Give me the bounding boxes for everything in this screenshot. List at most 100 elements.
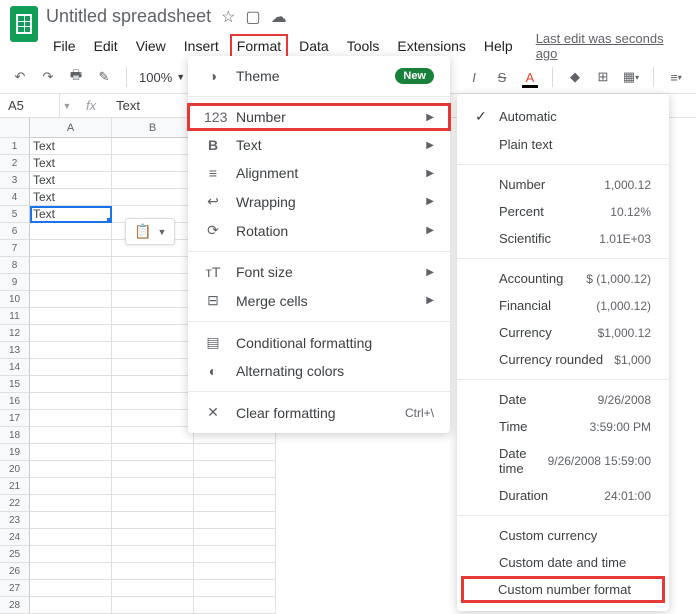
last-edit-link[interactable]: Last edit was seconds ago bbox=[536, 31, 686, 61]
number-financial[interactable]: Financial(1,000.12) bbox=[457, 292, 669, 319]
cell[interactable] bbox=[112, 580, 194, 597]
cell[interactable] bbox=[30, 410, 112, 427]
star-icon[interactable]: ☆ bbox=[221, 7, 235, 27]
cell[interactable] bbox=[194, 563, 276, 580]
cell[interactable] bbox=[30, 325, 112, 342]
cell[interactable] bbox=[30, 308, 112, 325]
row-header[interactable]: 2 bbox=[0, 155, 30, 172]
cell[interactable] bbox=[30, 444, 112, 461]
cell-reference[interactable]: A5 bbox=[0, 94, 60, 117]
row-header[interactable]: 1 bbox=[0, 138, 30, 155]
cell[interactable] bbox=[30, 529, 112, 546]
format-conditional[interactable]: ▤Conditional formatting bbox=[188, 328, 450, 357]
cell[interactable] bbox=[30, 393, 112, 410]
format-wrapping[interactable]: ↩Wrapping▶ bbox=[188, 187, 450, 216]
cell[interactable] bbox=[30, 478, 112, 495]
format-font-size[interactable]: тTFont size▶ bbox=[188, 258, 450, 286]
row-header[interactable]: 8 bbox=[0, 257, 30, 274]
row-header[interactable]: 11 bbox=[0, 308, 30, 325]
cell[interactable] bbox=[30, 342, 112, 359]
menu-edit[interactable]: Edit bbox=[87, 34, 125, 58]
cell[interactable] bbox=[112, 172, 194, 189]
cell[interactable] bbox=[30, 580, 112, 597]
cell[interactable] bbox=[30, 563, 112, 580]
sheets-logo[interactable] bbox=[10, 6, 38, 42]
row-header[interactable]: 18 bbox=[0, 427, 30, 444]
row-header[interactable]: 21 bbox=[0, 478, 30, 495]
number-scientific[interactable]: Scientific1.01E+03 bbox=[457, 225, 669, 252]
cell[interactable] bbox=[30, 512, 112, 529]
row-header[interactable]: 3 bbox=[0, 172, 30, 189]
cell[interactable] bbox=[30, 597, 112, 614]
row-header[interactable]: 26 bbox=[0, 563, 30, 580]
select-all-corner[interactable] bbox=[0, 118, 30, 138]
cell[interactable] bbox=[112, 393, 194, 410]
cell[interactable] bbox=[112, 308, 194, 325]
cell[interactable]: Text bbox=[30, 189, 112, 206]
row-header[interactable]: 17 bbox=[0, 410, 30, 427]
number-date[interactable]: Date9/26/2008 bbox=[457, 386, 669, 413]
menu-file[interactable]: File bbox=[46, 34, 83, 58]
row-header[interactable]: 10 bbox=[0, 291, 30, 308]
row-header[interactable]: 5 bbox=[0, 206, 30, 223]
cell[interactable]: Text bbox=[30, 155, 112, 172]
cell[interactable] bbox=[112, 427, 194, 444]
row-header[interactable]: 7 bbox=[0, 240, 30, 257]
number-number[interactable]: Number1,000.12 bbox=[457, 171, 669, 198]
format-merge[interactable]: ⊟Merge cells▶ bbox=[188, 286, 450, 315]
cell[interactable] bbox=[30, 359, 112, 376]
number-custom-number[interactable]: Custom number format bbox=[461, 576, 665, 603]
format-alignment[interactable]: ≡Alignment▶ bbox=[188, 159, 450, 187]
cell[interactable] bbox=[112, 138, 194, 155]
cell[interactable] bbox=[194, 512, 276, 529]
number-custom-currency[interactable]: Custom currency bbox=[457, 522, 669, 549]
undo-icon[interactable]: ↶ bbox=[10, 67, 30, 87]
cell[interactable] bbox=[30, 240, 112, 257]
number-accounting[interactable]: Accounting$ (1,000.12) bbox=[457, 265, 669, 292]
cell[interactable] bbox=[112, 257, 194, 274]
row-header[interactable]: 20 bbox=[0, 461, 30, 478]
menu-data[interactable]: Data bbox=[292, 34, 336, 58]
italic-icon[interactable]: I bbox=[464, 67, 484, 87]
borders-icon[interactable]: ⊞ bbox=[593, 67, 613, 87]
number-datetime[interactable]: Date time9/26/2008 15:59:00 bbox=[457, 440, 669, 482]
paint-format-icon[interactable]: ✎ bbox=[94, 67, 114, 87]
cell[interactable] bbox=[112, 512, 194, 529]
format-theme[interactable]: ◑ThemeNew bbox=[188, 62, 450, 90]
format-rotation[interactable]: ⟳Rotation▶ bbox=[188, 216, 450, 245]
cell[interactable] bbox=[112, 495, 194, 512]
format-clear[interactable]: ✕Clear formattingCtrl+\ bbox=[188, 398, 450, 427]
cell[interactable] bbox=[30, 223, 112, 240]
cell[interactable] bbox=[194, 580, 276, 597]
row-header[interactable]: 16 bbox=[0, 393, 30, 410]
row-header[interactable]: 4 bbox=[0, 189, 30, 206]
menu-format[interactable]: Format bbox=[230, 34, 288, 58]
row-header[interactable]: 6 bbox=[0, 223, 30, 240]
number-currency-rounded[interactable]: Currency rounded$1,000 bbox=[457, 346, 669, 373]
cloud-icon[interactable]: ☁ bbox=[271, 7, 287, 27]
row-header[interactable]: 25 bbox=[0, 546, 30, 563]
cell[interactable] bbox=[194, 495, 276, 512]
row-header[interactable]: 14 bbox=[0, 359, 30, 376]
row-header[interactable]: 28 bbox=[0, 597, 30, 614]
row-header[interactable]: 24 bbox=[0, 529, 30, 546]
number-automatic[interactable]: ✓Automatic bbox=[457, 102, 669, 131]
menu-extensions[interactable]: Extensions bbox=[390, 34, 472, 58]
menu-help[interactable]: Help bbox=[477, 34, 520, 58]
row-header[interactable]: 22 bbox=[0, 495, 30, 512]
text-color-icon[interactable]: A bbox=[520, 67, 540, 87]
document-title[interactable]: Untitled spreadsheet bbox=[46, 6, 211, 27]
cell[interactable] bbox=[112, 359, 194, 376]
paste-options-widget[interactable]: 📋 ▼ bbox=[125, 218, 175, 245]
menu-tools[interactable]: Tools bbox=[340, 34, 387, 58]
row-header[interactable]: 9 bbox=[0, 274, 30, 291]
cell[interactable]: Text bbox=[30, 138, 112, 155]
cell[interactable] bbox=[112, 444, 194, 461]
cell[interactable] bbox=[112, 461, 194, 478]
cell[interactable] bbox=[30, 546, 112, 563]
cell[interactable] bbox=[112, 563, 194, 580]
row-header[interactable]: 19 bbox=[0, 444, 30, 461]
number-duration[interactable]: Duration24:01:00 bbox=[457, 482, 669, 509]
cell[interactable] bbox=[112, 291, 194, 308]
cell[interactable] bbox=[112, 155, 194, 172]
